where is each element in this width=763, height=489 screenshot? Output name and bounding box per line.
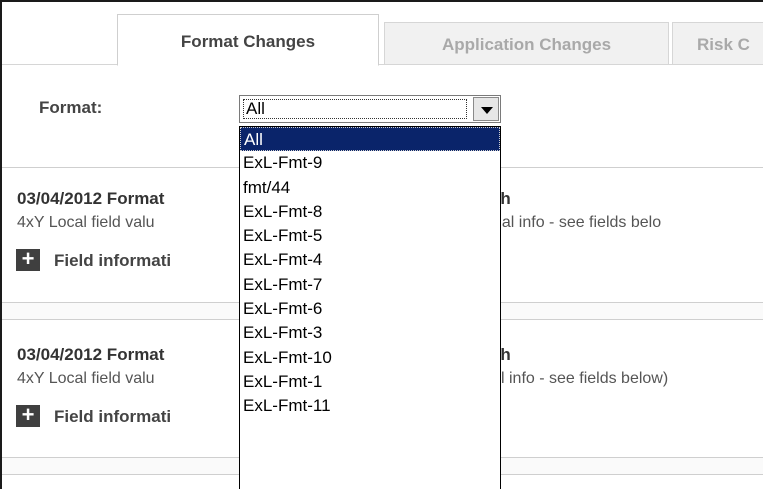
dropdown-option[interactable]: ExL-Fmt-7: [240, 273, 500, 297]
dropdown-option[interactable]: ExL-Fmt-1: [240, 370, 500, 394]
dropdown-option[interactable]: ExL-Fmt-8: [240, 200, 500, 224]
format-select-value: All: [243, 99, 467, 119]
tab-format-changes[interactable]: Format Changes: [117, 14, 379, 66]
chevron-down-icon[interactable]: [473, 97, 499, 121]
record-description-cont: l info - see fields below): [501, 370, 669, 387]
dropdown-option[interactable]: ExL-Fmt-5: [240, 224, 500, 248]
format-select[interactable]: All: [239, 95, 501, 123]
format-filter-label: Format:: [39, 98, 103, 117]
dropdown-option[interactable]: ExL-Fmt-4: [240, 248, 500, 272]
format-dropdown-list[interactable]: All ExL-Fmt-9 fmt/44 ExL-Fmt-8 ExL-Fmt-5…: [239, 126, 501, 489]
field-information-label[interactable]: Field informati: [54, 407, 171, 427]
record-title: 03/04/2012 Format: [17, 189, 165, 208]
format-changes-panel: Format Changes Application Changes Risk …: [0, 0, 763, 489]
record-description: 4xY Local field valu: [17, 214, 155, 231]
expand-plus-icon[interactable]: +: [16, 404, 40, 427]
tab-application-changes[interactable]: Application Changes: [384, 22, 669, 65]
tab-risk-changes[interactable]: Risk C: [672, 22, 763, 65]
dropdown-option[interactable]: ExL-Fmt-6: [240, 297, 500, 321]
dropdown-option[interactable]: ExL-Fmt-3: [240, 321, 500, 345]
dropdown-option[interactable]: fmt/44: [240, 176, 500, 200]
tab-strip: Format Changes Application Changes Risk …: [2, 2, 763, 66]
dropdown-option[interactable]: ExL-Fmt-10: [240, 346, 500, 370]
dropdown-option[interactable]: All: [240, 127, 500, 152]
dropdown-option[interactable]: ExL-Fmt-11: [240, 394, 500, 418]
field-information-label[interactable]: Field informati: [54, 251, 171, 271]
record-description: 4xY Local field valu: [17, 370, 155, 387]
record-description-cont: nal info - see fields belo: [493, 214, 662, 231]
dropdown-option[interactable]: ExL-Fmt-9: [240, 151, 500, 175]
expand-plus-icon[interactable]: +: [16, 248, 40, 271]
record-title: 03/04/2012 Format: [17, 345, 165, 364]
